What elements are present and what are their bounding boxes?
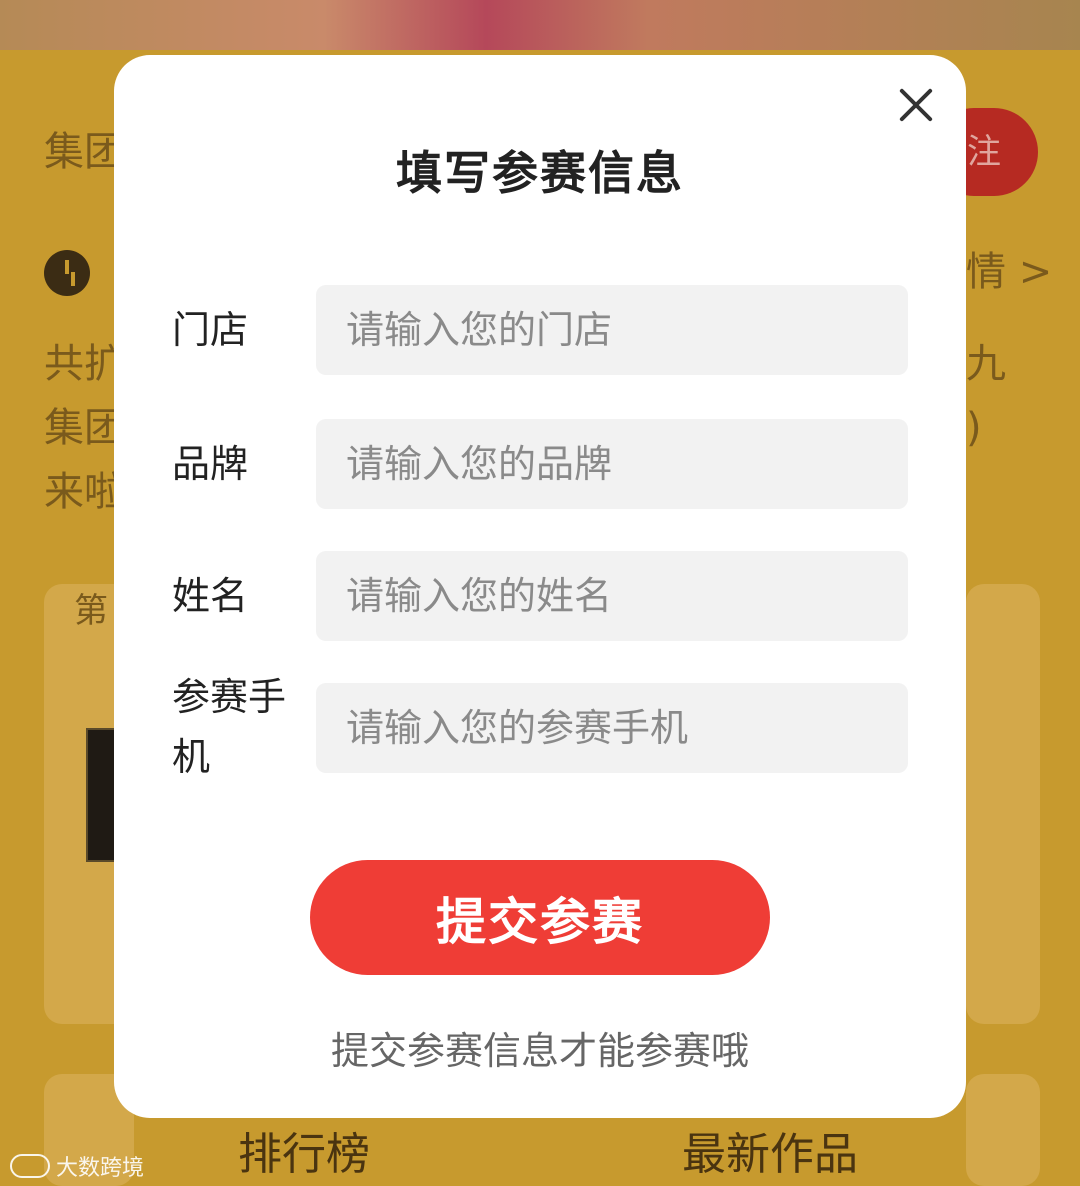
tab-latest-works[interactable]: 最新作品: [682, 1118, 858, 1182]
group-label: 集团: [44, 129, 124, 175]
phone-input[interactable]: [316, 683, 908, 773]
brand-label: 品牌: [172, 442, 249, 486]
name-input[interactable]: [316, 551, 908, 641]
store-input[interactable]: [316, 285, 908, 375]
close-icon[interactable]: [894, 83, 938, 127]
description-line-3: 来啦: [44, 469, 124, 515]
registration-modal: 填写参赛信息 门店 品牌 姓名 参赛手机 提交参赛 提交参赛信息才能参赛哦: [114, 55, 966, 1118]
description-line-1: 共扩: [44, 341, 124, 387]
modal-title: 填写参赛信息: [396, 146, 684, 200]
details-link[interactable]: 情 >: [966, 252, 1052, 292]
name-label: 姓名: [172, 574, 249, 618]
store-label: 门店: [172, 308, 249, 352]
submit-button[interactable]: 提交参赛: [310, 860, 770, 975]
entry-card-right[interactable]: [966, 584, 1040, 1024]
top-banner: [0, 0, 1080, 50]
tab-bar-right: [966, 1074, 1040, 1186]
clock-icon: [44, 250, 90, 296]
description-line-1-end: 九: [966, 341, 1006, 387]
brand-input[interactable]: [316, 419, 908, 509]
description-line-2-end: ): [966, 405, 982, 451]
watermark: 大数跨境: [10, 1150, 144, 1182]
tab-ranking[interactable]: 排行榜: [238, 1118, 370, 1182]
description-line-2: 集团: [44, 405, 124, 451]
watermark-logo-icon: [10, 1154, 50, 1178]
phone-label: 参赛手机: [172, 675, 287, 779]
entry-card-label: 第: [74, 591, 108, 631]
watermark-text: 大数跨境: [56, 1156, 145, 1181]
submit-hint: 提交参赛信息才能参赛哦: [330, 1029, 749, 1073]
